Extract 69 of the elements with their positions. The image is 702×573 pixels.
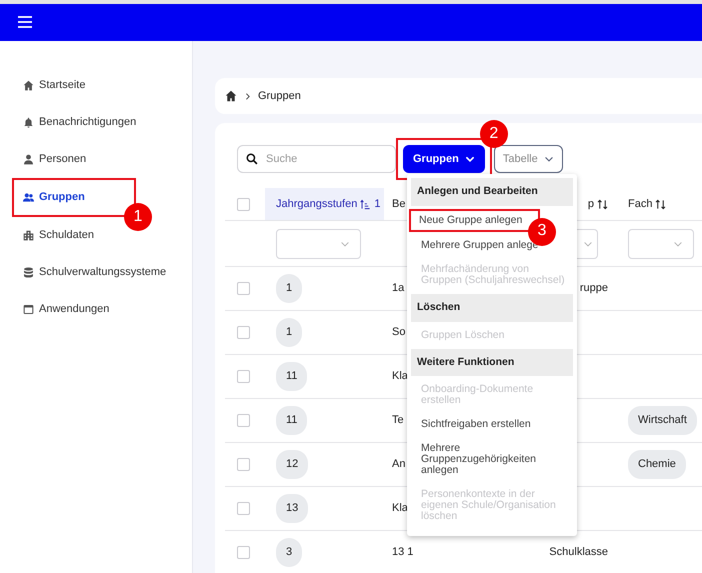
breadcrumb-current: Gruppen [258,88,301,104]
step-number-badge: 2 [480,120,508,148]
search-icon [246,153,258,165]
search-field[interactable]: Suche [237,145,396,173]
grade-level-tag: 12 [276,450,308,479]
window-icon [23,304,34,315]
people-icon [23,192,34,203]
table-cell: 1a [392,282,404,294]
sort-order-number: 1 [374,196,380,212]
grade-level-tag: 3 [276,538,302,567]
table-cell: Kla [392,370,408,382]
sidebar-item[interactable]: Anwendungen [12,291,192,328]
person-icon [23,154,34,165]
step-number-badge: 1 [124,203,152,231]
column-header[interactable]: Jahrgangsstufen [276,196,358,212]
menu-item: Mehrfachänderung von Gruppen (Schuljahreswechsel) [420,262,566,288]
grade-level-tag: 1 [276,274,302,303]
subject-tag: Wirtschaft [628,406,697,435]
sidebar-item[interactable]: Gruppen [14,189,85,206]
home-link[interactable] [225,90,237,102]
menu-item[interactable]: Mehrere Gruppen anlege [411,234,573,256]
home-icon [225,90,237,102]
bell-icon [23,117,34,128]
menu-icon [17,14,33,30]
sidebar-item[interactable]: Schulverwaltungssysteme [12,254,192,291]
grade-level-tag: 13 [276,494,308,523]
menu-section-header: Löschen [411,294,573,322]
sidebar-item[interactable]: Personen [12,141,192,178]
view-dropdown-button[interactable]: Tabelle [494,145,563,173]
chevron-down-icon [544,154,554,164]
table-cell: Kla [392,502,408,514]
filter-select[interactable] [276,228,361,258]
table-cell: So [392,326,406,338]
grade-level-tag: 1 [276,318,302,347]
column-header[interactable]: p [588,196,594,212]
menu-item: Gruppen Löschen [420,328,506,343]
menu-item: Personenkontexte in der eigenen Schule/Organisation löschen [420,487,557,524]
menu-item[interactable]: Mehrere Gruppenzugehörigkeiten anlegen [411,438,573,482]
menu-item[interactable]: Sichtfreigaben erstellen [411,414,573,436]
row-checkbox[interactable] [237,370,250,383]
row-checkbox[interactable] [237,502,250,515]
select-all-checkbox[interactable] [237,198,250,210]
row-checkbox[interactable] [237,282,250,295]
menu-section-header: Anlegen und Bearbeiten [411,178,573,206]
column-header[interactable]: Be [392,196,406,212]
sidebar-item[interactable]: Benachrichtigungen [12,104,192,141]
table-cell-text: ruppe [580,281,608,296]
table-cell: 13 1 [392,546,414,558]
column-header[interactable]: Fach [628,196,652,212]
chevron-down-icon [464,154,475,164]
menu-item: Onboarding-Dokumente erstellen [420,382,534,408]
grade-level-tag: 11 [276,362,308,391]
row-checkbox[interactable] [237,326,250,339]
sidebar-item[interactable]: Startseite [12,67,192,104]
row-checkbox[interactable] [237,414,250,427]
table-cell: Te [392,414,404,426]
home-icon [23,80,34,91]
row-checkbox[interactable] [237,546,250,559]
groups-dropdown-button[interactable]: Gruppen [403,145,485,173]
filter-select[interactable] [628,228,694,258]
menu-section-header: Weitere Funktionen [411,348,573,376]
database-icon [23,267,34,278]
building-icon [23,230,34,241]
menu-item[interactable]: Neue Gruppe anlegen [419,214,532,226]
table-cell: An [392,458,406,470]
table-cell-text: Schulklasse [549,545,608,560]
subject-tag: Chemie [628,450,686,479]
row-checkbox[interactable] [237,458,250,471]
grade-level-tag: 11 [276,406,308,435]
